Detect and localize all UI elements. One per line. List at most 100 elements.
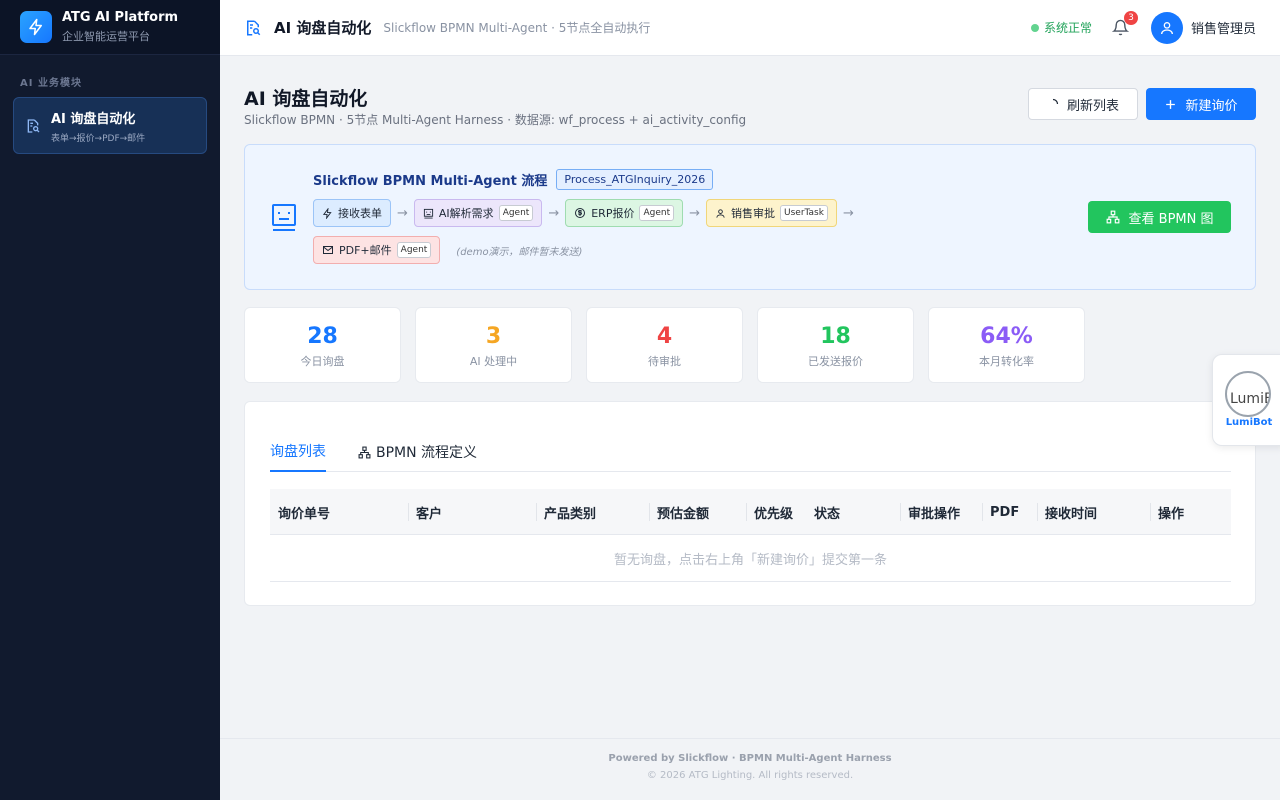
tab-label: BPMN 流程定义	[376, 445, 478, 461]
user-name[interactable]: 销售管理员	[1191, 18, 1256, 37]
avatar[interactable]	[1150, 11, 1183, 44]
stat-quotes-sent: 18 已发送报价	[757, 307, 914, 383]
flow-arrow: →	[397, 205, 408, 221]
status-text: 系统正常	[1043, 21, 1092, 35]
column-header[interactable]: 接收时间	[1037, 489, 1097, 535]
table-empty-state: 暂无询盘，点击右上角「新建询价」提交第一条	[270, 535, 1231, 582]
page-subtitle: Slickflow BPMN · 5节点 Multi-Agent Harness…	[244, 113, 747, 127]
step-label: ERP报价	[591, 207, 635, 220]
step-label: AI解析需求	[438, 207, 494, 220]
brand: ATG AI Platform 企业智能运营平台	[0, 0, 220, 55]
step-pdf-email: PDF+邮件 Agent	[313, 236, 441, 264]
sidebar-item-ai-inquiry[interactable]: AI 询盘自动化 表单→报价→PDF→邮件	[13, 97, 207, 154]
lightning-icon	[20, 11, 52, 43]
refresh-label: 刷新列表	[1066, 98, 1119, 114]
stat-value: 18	[820, 324, 851, 349]
brand-title: ATG AI Platform	[62, 10, 179, 25]
dollar-icon	[574, 207, 586, 219]
new-inquiry-button[interactable]: 新建询价	[1146, 88, 1256, 120]
column-header[interactable]: 询价单号	[270, 489, 330, 535]
bpmn-flow-card: Slickflow BPMN Multi-Agent 流程 Process_AT…	[244, 144, 1256, 290]
column-header[interactable]: 产品类别	[536, 489, 596, 535]
page-title: AI 询盘自动化	[244, 88, 368, 110]
inquiry-table-card: 询盘列表 BPMN 流程定义 询价单号 客户 产品类别 预估金额 优先级 状态 …	[244, 401, 1256, 606]
usertask-tag: UserTask	[780, 205, 828, 221]
flow-arrow: →	[842, 205, 854, 221]
column-header[interactable]: 状态	[806, 489, 840, 535]
robot-icon	[423, 208, 434, 219]
robot-icon	[271, 203, 297, 237]
stat-value: 64%	[980, 324, 1033, 349]
status-dot	[1030, 23, 1039, 32]
stat-label: 已发送报价	[808, 355, 863, 368]
refresh-button[interactable]: 刷新列表	[1028, 88, 1138, 120]
sidebar-item-sub: 表单→报价→PDF→邮件	[51, 133, 146, 144]
new-inquiry-label: 新建询价	[1185, 98, 1238, 114]
hierarchy-icon	[358, 446, 371, 459]
sidebar-section-label: AI 业务模块	[20, 78, 82, 89]
stat-label: AI 处理中	[469, 355, 518, 368]
step-erp-quote: ERP报价 Agent	[565, 199, 684, 227]
document-search-icon	[25, 118, 41, 134]
tab-bpmn-definition[interactable]: BPMN 流程定义	[358, 432, 477, 472]
tab-inquiry-list[interactable]: 询盘列表	[270, 432, 326, 472]
demo-note: (demo演示，邮件暂未发送)	[456, 246, 583, 258]
footer: Powered by Slickflow · BPMN Multi-Agent …	[220, 738, 1280, 800]
user-icon	[715, 208, 726, 219]
sidebar: ATG AI Platform 企业智能运营平台 AI 业务模块 AI 询盘自动…	[0, 0, 220, 800]
mail-icon	[322, 244, 334, 256]
agent-tag: Agent	[396, 242, 432, 258]
stat-value: 4	[656, 324, 673, 349]
stat-value: 3	[485, 324, 502, 349]
sidebar-item-label: AI 询盘自动化	[51, 111, 136, 127]
loading-icon	[1047, 98, 1059, 110]
hierarchy-icon	[1106, 210, 1120, 224]
plus-icon	[1164, 98, 1177, 111]
stat-label: 今日询盘	[300, 355, 345, 368]
stat-value: 28	[307, 324, 338, 349]
notification-badge: 3	[1123, 10, 1138, 25]
stat-today-inquiries: 28 今日询盘	[244, 307, 401, 383]
step-label: 销售审批	[731, 207, 776, 220]
stat-label: 本月转化率	[979, 355, 1034, 368]
column-header[interactable]: 客户	[408, 489, 442, 535]
step-ai-parse: AI解析需求 Agent	[413, 199, 543, 227]
lumibot-widget[interactable]: LumiB LumiBot	[1212, 354, 1280, 446]
user-icon	[1160, 21, 1173, 34]
bpmn-title: Slickflow BPMN Multi-Agent 流程	[313, 174, 548, 189]
flow-arrow: →	[548, 205, 560, 221]
header-subtitle: Slickflow BPMN Multi-Agent · 5节点全自动执行	[383, 21, 651, 35]
lumibot-image-text: LumiB	[1230, 391, 1271, 407]
step-label: PDF+邮件	[339, 244, 392, 257]
document-search-icon	[244, 19, 262, 37]
footer-powered-by: Powered by Slickflow · BPMN Multi-Agent …	[608, 753, 892, 764]
notification-bell[interactable]: 3	[1111, 10, 1138, 39]
tab-label: 询盘列表	[270, 444, 326, 460]
lumibot-label: LumiBot	[1225, 417, 1273, 428]
step-label: 接收表单	[338, 207, 382, 220]
step-sales-approval: 销售审批 UserTask	[706, 199, 837, 227]
tab-bar: 询盘列表 BPMN 流程定义	[270, 432, 1231, 472]
view-bpmn-label: 查看 BPMN 图	[1128, 211, 1214, 227]
lightning-icon	[322, 207, 333, 219]
lumibot-avatar: LumiB	[1225, 371, 1271, 417]
flow-arrow: →	[689, 205, 701, 221]
column-header[interactable]: 预估金额	[649, 489, 709, 535]
top-header: AI 询盘自动化 Slickflow BPMN Multi-Agent · 5节…	[220, 0, 1280, 56]
stat-conversion-rate: 64% 本月转化率	[928, 307, 1085, 383]
column-header[interactable]: 审批操作	[900, 489, 960, 535]
stat-label: 待审批	[648, 355, 681, 368]
agent-tag: Agent	[498, 205, 534, 221]
footer-copyright: © 2026 ATG Lighting. All rights reserved…	[646, 770, 854, 781]
column-header[interactable]: 优先级	[746, 489, 793, 535]
view-bpmn-button[interactable]: 查看 BPMN 图	[1088, 201, 1231, 233]
column-header[interactable]: PDF	[982, 489, 1019, 535]
system-status: 系统正常	[1030, 19, 1092, 36]
step-receive-form: 接收表单	[313, 199, 391, 227]
agent-tag: Agent	[639, 205, 675, 221]
process-id-tag: Process_ATGInquiry_2026	[556, 169, 714, 190]
column-header[interactable]: 操作	[1150, 489, 1184, 535]
table-header: 询价单号 客户 产品类别 预估金额 优先级 状态 审批操作 PDF 接收时间 操…	[270, 489, 1231, 535]
header-title: AI 询盘自动化	[274, 19, 372, 37]
stat-ai-processing: 3 AI 处理中	[415, 307, 572, 383]
